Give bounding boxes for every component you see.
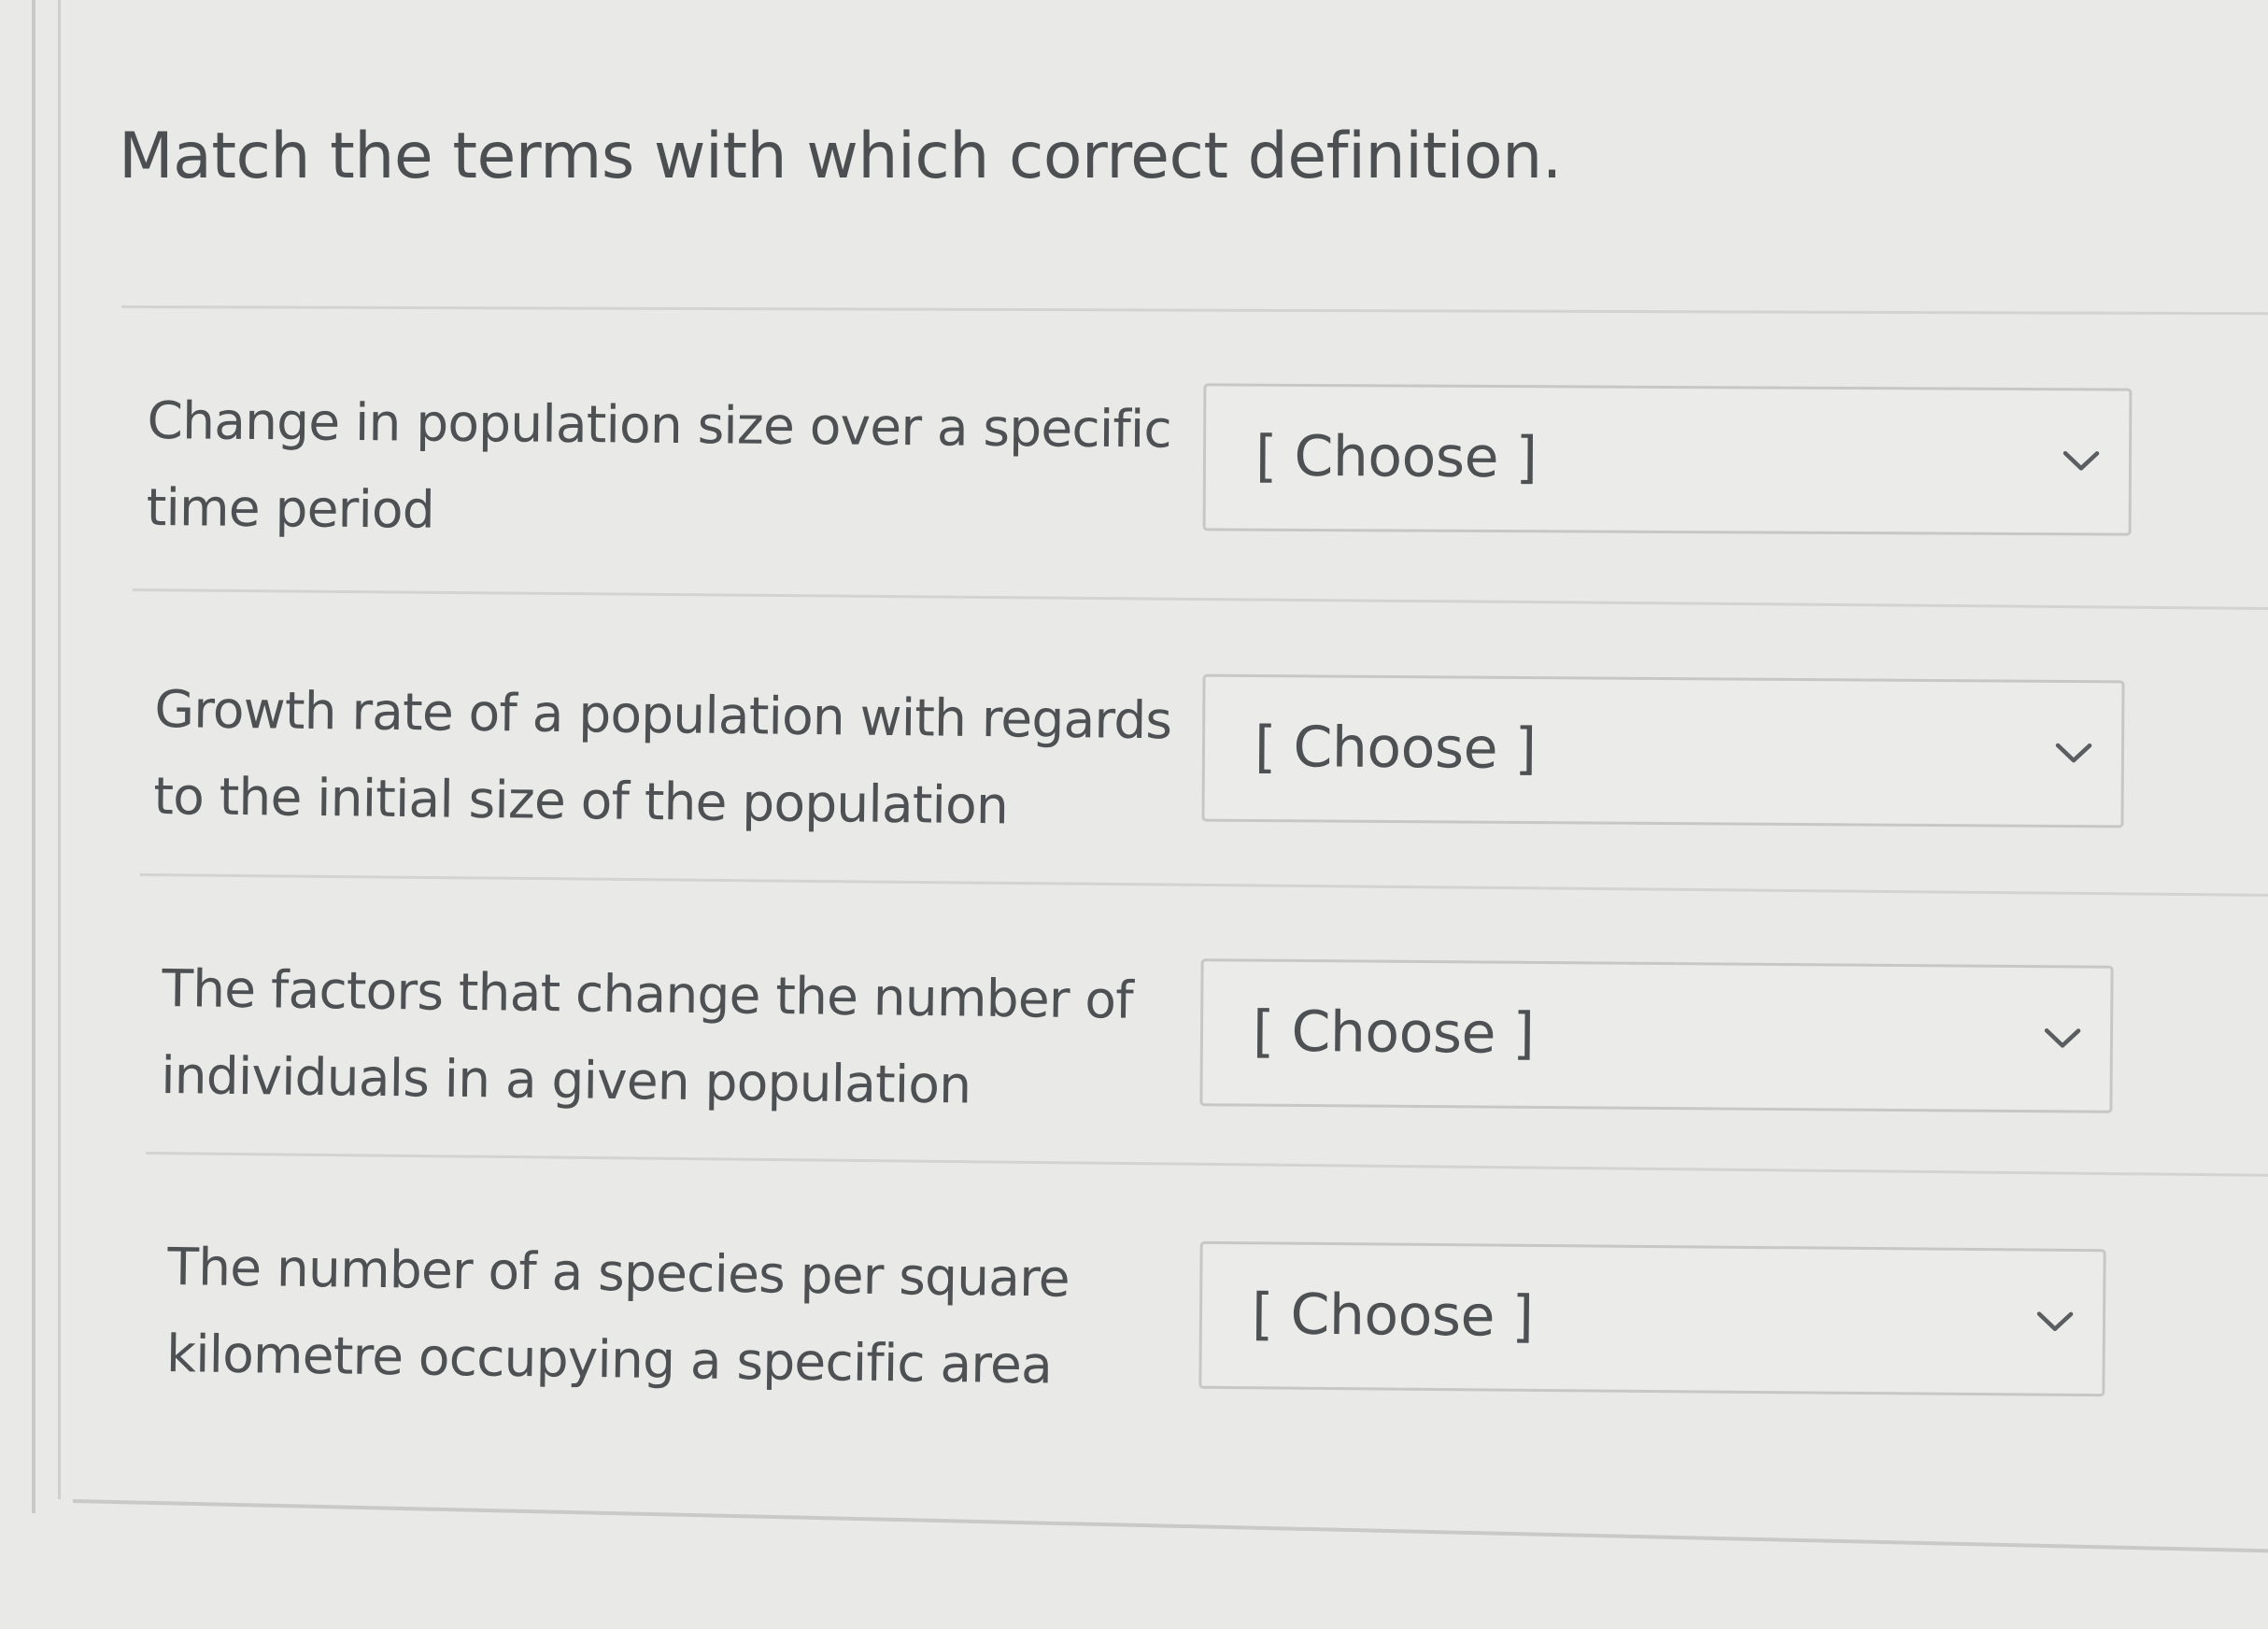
divider [145,1152,2268,1178]
chevron-down-icon [2044,1028,2081,1048]
select-value: [ Choose ] [1251,1282,1534,1350]
term-definition: The number of a species per square kilom… [166,1224,1070,1409]
question-prompt: Match the terms with which correct defin… [119,120,1562,193]
select-value: [ Choose ] [1254,714,1537,783]
answer-select[interactable]: [ Choose ] [1201,673,2125,829]
term-line: to the initial size of the population [153,765,1009,836]
term-definition: Change in population size over a specifi… [146,377,1172,560]
answer-select[interactable]: [ Choose ] [1199,958,2114,1113]
chevron-down-icon [2055,743,2092,763]
chevron-down-icon [2036,1311,2074,1332]
term-line: time period [146,476,435,540]
divider [120,305,2268,316]
answer-select[interactable]: [ Choose ] [1198,1240,2106,1397]
term-line: individuals in a given population [160,1044,971,1115]
divider [132,588,2268,611]
select-value: [ Choose ] [1252,999,1535,1067]
term-line: The number of a species per square [166,1236,1070,1309]
matching-question: Match the terms with which correct defin… [0,0,2268,1629]
term-definition: The factors that change the number of in… [161,945,1134,1131]
term-line: Change in population size over a specifi… [147,390,1172,460]
term-line: The factors that change the number of [162,957,1134,1030]
select-value: [ Choose ] [1254,423,1538,491]
chevron-down-icon [2062,450,2100,471]
answer-select[interactable]: [ Choose ] [1202,383,2133,536]
divider [139,873,2268,898]
term-definition: Growth rate of a population with regards… [153,666,1172,851]
term-line: kilometre occupying a specific area [165,1323,1053,1395]
term-line: Growth rate of a population with regards [154,678,1172,751]
